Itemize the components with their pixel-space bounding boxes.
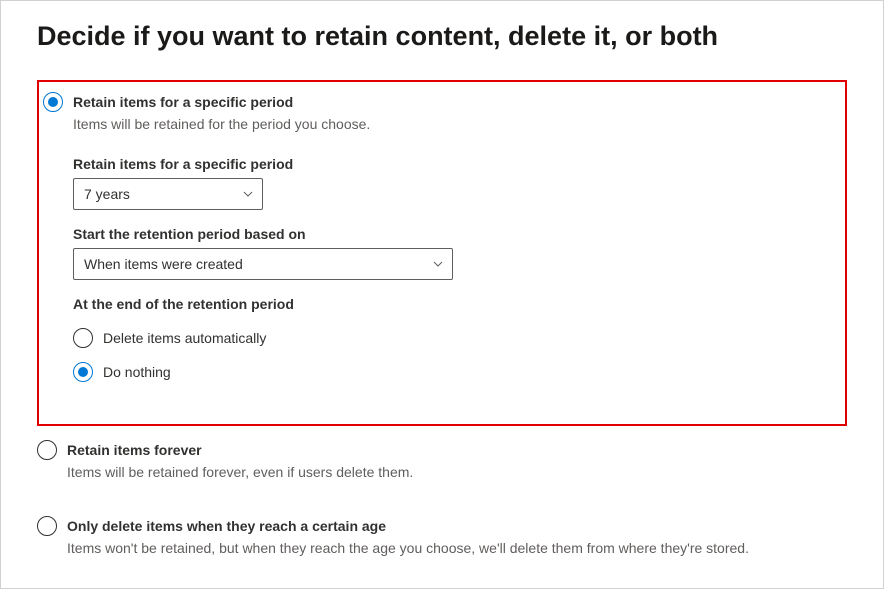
radio-delete-automatically[interactable] (73, 328, 93, 348)
select-retention-period-value: 7 years (84, 186, 130, 202)
option-retain-forever: Retain items forever Items will be retai… (37, 440, 847, 480)
label-do-nothing: Do nothing (103, 364, 171, 380)
option-label-retain-specific: Retain items for a specific period (73, 94, 293, 110)
chevron-down-icon (242, 188, 254, 200)
select-retention-period[interactable]: 7 years (73, 178, 263, 210)
label-retention-start: Start the retention period based on (73, 226, 835, 242)
select-retention-start-value: When items were created (84, 256, 243, 272)
radio-only-delete[interactable] (37, 516, 57, 536)
select-retention-start[interactable]: When items were created (73, 248, 453, 280)
field-retention-end: At the end of the retention period (73, 296, 835, 312)
label-retention-end: At the end of the retention period (73, 296, 835, 312)
label-delete-automatically: Delete items automatically (103, 330, 266, 346)
page-title: Decide if you want to retain content, de… (37, 21, 847, 52)
option-only-delete: Only delete items when they reach a cert… (37, 516, 847, 556)
field-retention-start: Start the retention period based on When… (73, 226, 835, 280)
option-desc-only-delete: Items won't be retained, but when they r… (67, 540, 847, 556)
chevron-down-icon (432, 258, 444, 270)
label-retention-period: Retain items for a specific period (73, 156, 835, 172)
radio-retain-forever[interactable] (37, 440, 57, 460)
option-label-retain-forever: Retain items forever (67, 442, 202, 458)
option-desc-retain-forever: Items will be retained forever, even if … (67, 464, 847, 480)
end-action-group: Delete items automatically Do nothing (73, 328, 835, 382)
radio-do-nothing[interactable] (73, 362, 93, 382)
option-label-only-delete: Only delete items when they reach a cert… (67, 518, 386, 534)
option-desc-retain-specific: Items will be retained for the period yo… (73, 116, 835, 132)
field-retention-period: Retain items for a specific period 7 yea… (73, 156, 835, 210)
option-retain-specific: Retain items for a specific period Items… (43, 92, 835, 382)
highlighted-section: Retain items for a specific period Items… (37, 80, 847, 426)
radio-retain-specific[interactable] (43, 92, 63, 112)
